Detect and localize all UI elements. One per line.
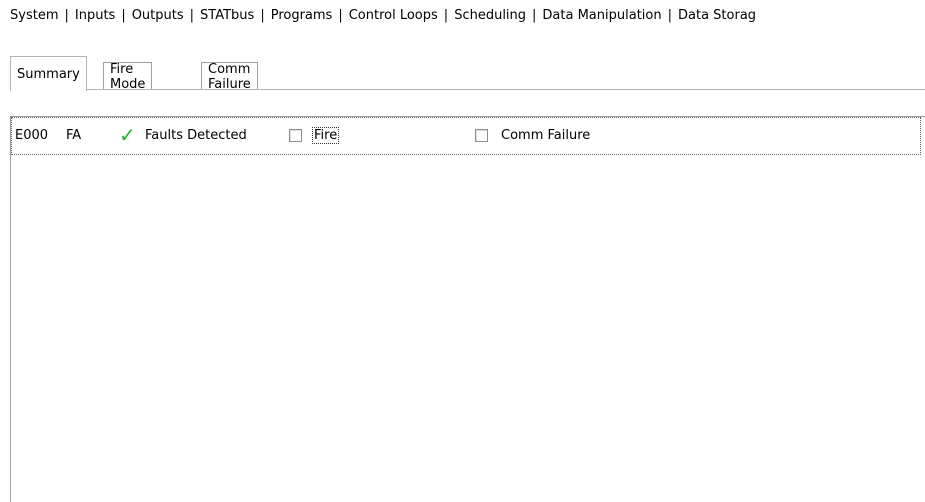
summary-row[interactable]: E000 FA ✓ Faults Detected Fire Comm Fail… xyxy=(11,117,921,155)
tab-programs[interactable]: Programs xyxy=(266,8,338,23)
tab-data-storage[interactable]: Data Storag xyxy=(673,8,761,23)
tab-summary[interactable]: Summary xyxy=(10,56,87,91)
tab-scheduling[interactable]: Scheduling xyxy=(449,8,531,23)
tab-inputs[interactable]: Inputs xyxy=(70,8,120,23)
row-code: FA xyxy=(66,127,82,143)
tab-control-loops[interactable]: Control Loops xyxy=(344,8,443,23)
top-tab-strip: System | Inputs | Outputs | STATbus | Pr… xyxy=(5,0,761,23)
row-id: E000 xyxy=(15,127,49,143)
tab-outputs[interactable]: Outputs xyxy=(127,8,189,23)
summary-list: E000 FA ✓ Faults Detected Fire Comm Fail… xyxy=(10,116,925,502)
fire-label[interactable]: Fire xyxy=(311,125,340,145)
tab-statbus[interactable]: STATbus xyxy=(195,8,259,23)
tab-comm-failure[interactable]: Comm Failure xyxy=(201,62,258,92)
fire-label-text: Fire xyxy=(311,126,340,144)
green-check-icon: ✓ xyxy=(119,123,136,147)
comm-failure-checkbox[interactable] xyxy=(475,125,488,145)
comm-failure-label[interactable]: Comm Failure xyxy=(501,125,590,145)
tab-panel-border xyxy=(10,89,925,90)
faults-detected-label: Faults Detected xyxy=(145,127,247,143)
fire-checkbox[interactable] xyxy=(289,125,302,145)
faults-detected-status: ✓ xyxy=(119,125,136,145)
tab-fire-mode[interactable]: Fire Mode xyxy=(103,62,153,92)
tab-system[interactable]: System xyxy=(5,8,63,23)
tab-data-manipulation[interactable]: Data Manipulation xyxy=(537,8,666,23)
app-window: System | Inputs | Outputs | STATbus | Pr… xyxy=(0,0,925,502)
